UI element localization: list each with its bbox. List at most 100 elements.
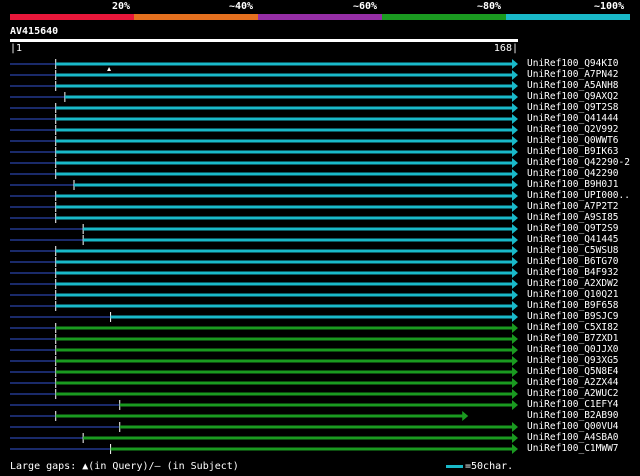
- hit-label[interactable]: UniRef100_Q41445: [527, 234, 619, 245]
- hit-label[interactable]: UniRef100_B9SJC9: [527, 311, 619, 322]
- hit-alignment-bar[interactable]: [55, 271, 513, 275]
- hit-alignment-bar[interactable]: [55, 84, 513, 88]
- hit-alignment-bar[interactable]: [119, 403, 513, 407]
- hit-label[interactable]: UniRef100_A2WUC2: [527, 388, 619, 399]
- hit-label[interactable]: UniRef100_B9IK63: [527, 146, 619, 157]
- hit-alignment-bar[interactable]: [55, 73, 513, 77]
- hit-alignment-bar[interactable]: [110, 315, 514, 319]
- hit-direction-arrow-icon: [462, 411, 469, 421]
- hit-alignment-bar[interactable]: [55, 293, 513, 297]
- hit-label[interactable]: UniRef100_A7P2T2: [527, 201, 619, 212]
- hit-label[interactable]: UniRef100_Q9AXQ2: [527, 91, 619, 102]
- hit-alignment-bar[interactable]: [55, 150, 513, 154]
- hit-direction-arrow-icon: [512, 312, 518, 322]
- hit-label[interactable]: UniRef100_Q0WWT6: [527, 135, 619, 146]
- hit-direction-arrow-icon: [512, 334, 518, 344]
- hit-label[interactable]: UniRef100_Q00VU4: [527, 421, 619, 432]
- hit-alignment-bar[interactable]: [55, 381, 513, 385]
- hit-label[interactable]: UniRef100_Q9T2S9: [527, 223, 619, 234]
- hit-direction-arrow-icon: [512, 290, 518, 300]
- hit-label[interactable]: UniRef100_C5XI82: [527, 322, 619, 333]
- hit-alignment-bar[interactable]: [119, 425, 513, 429]
- hit-alignment-bar[interactable]: [55, 161, 513, 165]
- hit-label[interactable]: UniRef100_Q42290-2: [527, 157, 630, 168]
- hit-label[interactable]: UniRef100_Q42290: [527, 168, 619, 179]
- hit-direction-arrow-icon: [512, 213, 518, 223]
- hit-label[interactable]: UniRef100_B9H0J1: [527, 179, 619, 190]
- hit-alignment-bar[interactable]: [55, 304, 513, 308]
- hit-direction-arrow-icon: [512, 279, 518, 289]
- hit-alignment-bar[interactable]: [83, 238, 513, 242]
- hit-label[interactable]: UniRef100_Q5N8E4: [527, 366, 619, 377]
- scale-key: =50char.: [446, 461, 513, 473]
- hit-label[interactable]: UniRef100_C1MWW7: [527, 443, 619, 454]
- hit-alignment-bar[interactable]: [55, 337, 513, 341]
- hit-alignment-bar[interactable]: [83, 227, 513, 231]
- hit-label[interactable]: UniRef100_B2AB90: [527, 410, 619, 421]
- hit-label[interactable]: UniRef100_A2ZX44: [527, 377, 619, 388]
- hit-direction-arrow-icon: [512, 367, 518, 377]
- hit-alignment-bar[interactable]: [55, 392, 513, 396]
- hit-alignment-bar[interactable]: [55, 414, 464, 418]
- hit-direction-arrow-icon: [512, 246, 518, 256]
- hit-alignment-bar[interactable]: [55, 172, 513, 176]
- query-gap-marker-icon: [107, 67, 112, 71]
- hit-label[interactable]: UniRef100_B6TG70: [527, 256, 619, 267]
- legend: Large gaps: ▲(in Query)/– (in Subject): [10, 461, 239, 473]
- hit-direction-arrow-icon: [512, 323, 518, 333]
- hit-direction-arrow-icon: [512, 180, 518, 190]
- hit-alignment-bar[interactable]: [55, 128, 513, 132]
- hit-alignment-bar[interactable]: [55, 62, 513, 66]
- hit-label[interactable]: UniRef100_Q10Q21: [527, 289, 619, 300]
- hit-alignment-bar[interactable]: [110, 447, 514, 451]
- hit-label[interactable]: UniRef100_Q2V992: [527, 124, 619, 135]
- hit-direction-arrow-icon: [512, 202, 518, 212]
- hit-alignment-bar[interactable]: [64, 95, 513, 99]
- hit-label[interactable]: UniRef100_UPI000..: [527, 190, 630, 201]
- hit-alignment-bar[interactable]: [55, 205, 513, 209]
- hit-alignment-bar[interactable]: [83, 436, 513, 440]
- hit-direction-arrow-icon: [512, 169, 518, 179]
- hit-label[interactable]: UniRef100_A4SBA0: [527, 432, 619, 443]
- hit-label[interactable]: UniRef100_B4F932: [527, 267, 619, 278]
- hit-label[interactable]: UniRef100_A7PN42: [527, 69, 619, 80]
- legend-subject-text: (in Subject): [160, 461, 239, 472]
- hit-alignment-bar[interactable]: [55, 194, 513, 198]
- hit-alignment-bar[interactable]: [55, 117, 513, 121]
- hit-direction-arrow-icon: [512, 136, 518, 146]
- hit-label[interactable]: UniRef100_Q9T2S8: [527, 102, 619, 113]
- hit-label[interactable]: UniRef100_B9F658: [527, 300, 619, 311]
- hit-alignment-bar[interactable]: [74, 183, 514, 187]
- hit-label[interactable]: UniRef100_Q0JJX0: [527, 344, 619, 355]
- hit-direction-arrow-icon: [512, 59, 518, 69]
- hit-alignment-bar[interactable]: [55, 260, 513, 264]
- hit-alignment-bar[interactable]: [55, 326, 513, 330]
- hit-label[interactable]: UniRef100_A5ANH8: [527, 80, 619, 91]
- hit-direction-arrow-icon: [512, 400, 518, 410]
- hit-direction-arrow-icon: [512, 444, 518, 454]
- hit-alignment-bar[interactable]: [55, 249, 513, 253]
- hit-direction-arrow-icon: [512, 191, 518, 201]
- hit-alignment-bar[interactable]: [55, 282, 513, 286]
- hit-label[interactable]: UniRef100_Q94KI0: [527, 58, 619, 69]
- hit-label[interactable]: UniRef100_Q93XG5: [527, 355, 619, 366]
- hit-alignment-bar[interactable]: [55, 106, 513, 110]
- hit-alignment-bar[interactable]: [55, 139, 513, 143]
- hit-alignment-bar[interactable]: [55, 370, 513, 374]
- hit-direction-arrow-icon: [512, 70, 518, 80]
- scale-swatch: [446, 464, 463, 468]
- hit-alignment-bar[interactable]: [55, 216, 513, 220]
- hit-label[interactable]: UniRef100_A2XDW2: [527, 278, 619, 289]
- hit-direction-arrow-icon: [512, 235, 518, 245]
- hit-alignment-bar[interactable]: [55, 359, 513, 363]
- hit-label[interactable]: UniRef100_C5WSU8: [527, 245, 619, 256]
- hit-direction-arrow-icon: [512, 224, 518, 234]
- hit-label[interactable]: UniRef100_A9SI85: [527, 212, 619, 223]
- hit-direction-arrow-icon: [512, 158, 518, 168]
- hit-label[interactable]: UniRef100_C1EFY4: [527, 399, 619, 410]
- hit-alignment-bar[interactable]: [55, 348, 513, 352]
- hit-label[interactable]: UniRef100_Q41444: [527, 113, 619, 124]
- hit-direction-arrow-icon: [512, 389, 518, 399]
- hit-label[interactable]: UniRef100_B7ZXD1: [527, 333, 619, 344]
- hit-direction-arrow-icon: [512, 345, 518, 355]
